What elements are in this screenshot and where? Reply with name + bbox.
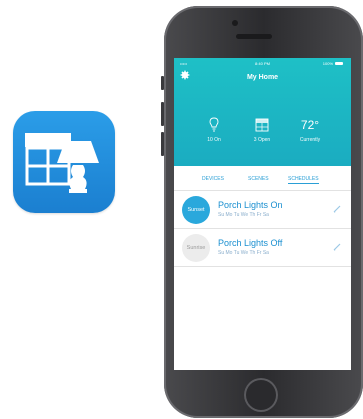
lights-stat[interactable]: 10 On <box>194 116 234 143</box>
trigger-badge: Sunrise <box>182 234 210 262</box>
lightbulb-icon <box>194 116 234 134</box>
temperature-label: Currently <box>299 137 321 143</box>
window-lamp-icon <box>25 133 99 193</box>
battery-indicator: 100% <box>323 61 343 66</box>
schedule-name: Porch Lights Off <box>218 238 283 248</box>
shades-open-count: 3 Open <box>253 137 271 143</box>
shades-stat[interactable]: 3 Open <box>242 116 282 143</box>
schedule-name: Porch Lights On <box>218 200 283 210</box>
tab-scenes[interactable]: SCENES <box>248 176 269 182</box>
front-camera <box>232 20 238 26</box>
phone-frame: ••••• 8:40 PM 100% My Home 10 On 3 Open … <box>161 6 363 418</box>
volume-up-button <box>161 102 164 126</box>
tab-bar: DEVICES SCENES SCHEDULES <box>174 172 351 186</box>
schedule-days: Su Mo Tu We Th Fr Sa <box>218 212 269 218</box>
home-button[interactable] <box>244 378 278 412</box>
edit-pencil-icon[interactable] <box>333 205 341 213</box>
app-icon[interactable] <box>13 111 115 213</box>
tab-devices[interactable]: DEVICES <box>202 176 224 182</box>
lights-on-count: 10 On <box>207 137 221 143</box>
battery-icon <box>335 62 343 66</box>
volume-down-button <box>161 132 164 156</box>
temperature-value: 72° <box>300 118 320 132</box>
schedule-row[interactable]: Sunset Porch Lights On Su Mo Tu We Th Fr… <box>174 190 351 229</box>
list-divider <box>174 266 351 267</box>
temperature-stat[interactable]: 72° Currently <box>290 116 330 143</box>
shades-icon <box>242 116 282 134</box>
schedule-days: Su Mo Tu We Th Fr Sa <box>218 250 269 256</box>
schedule-row[interactable]: Sunrise Porch Lights Off Su Mo Tu We Th … <box>174 228 351 267</box>
status-bar: ••••• 8:40 PM 100% <box>174 60 351 68</box>
app-screen: ••••• 8:40 PM 100% My Home 10 On 3 Open … <box>174 58 351 370</box>
page-title: My Home <box>246 74 279 81</box>
schedules-panel: DEVICES SCENES SCHEDULES Sunset Porch Li… <box>174 166 351 370</box>
earpiece-speaker <box>236 34 272 39</box>
mute-switch <box>161 76 164 90</box>
tab-schedules[interactable]: SCHEDULES <box>288 176 319 184</box>
battery-percent: 100% <box>322 61 333 66</box>
edit-pencil-icon[interactable] <box>333 243 341 251</box>
trigger-badge: Sunset <box>182 196 210 224</box>
